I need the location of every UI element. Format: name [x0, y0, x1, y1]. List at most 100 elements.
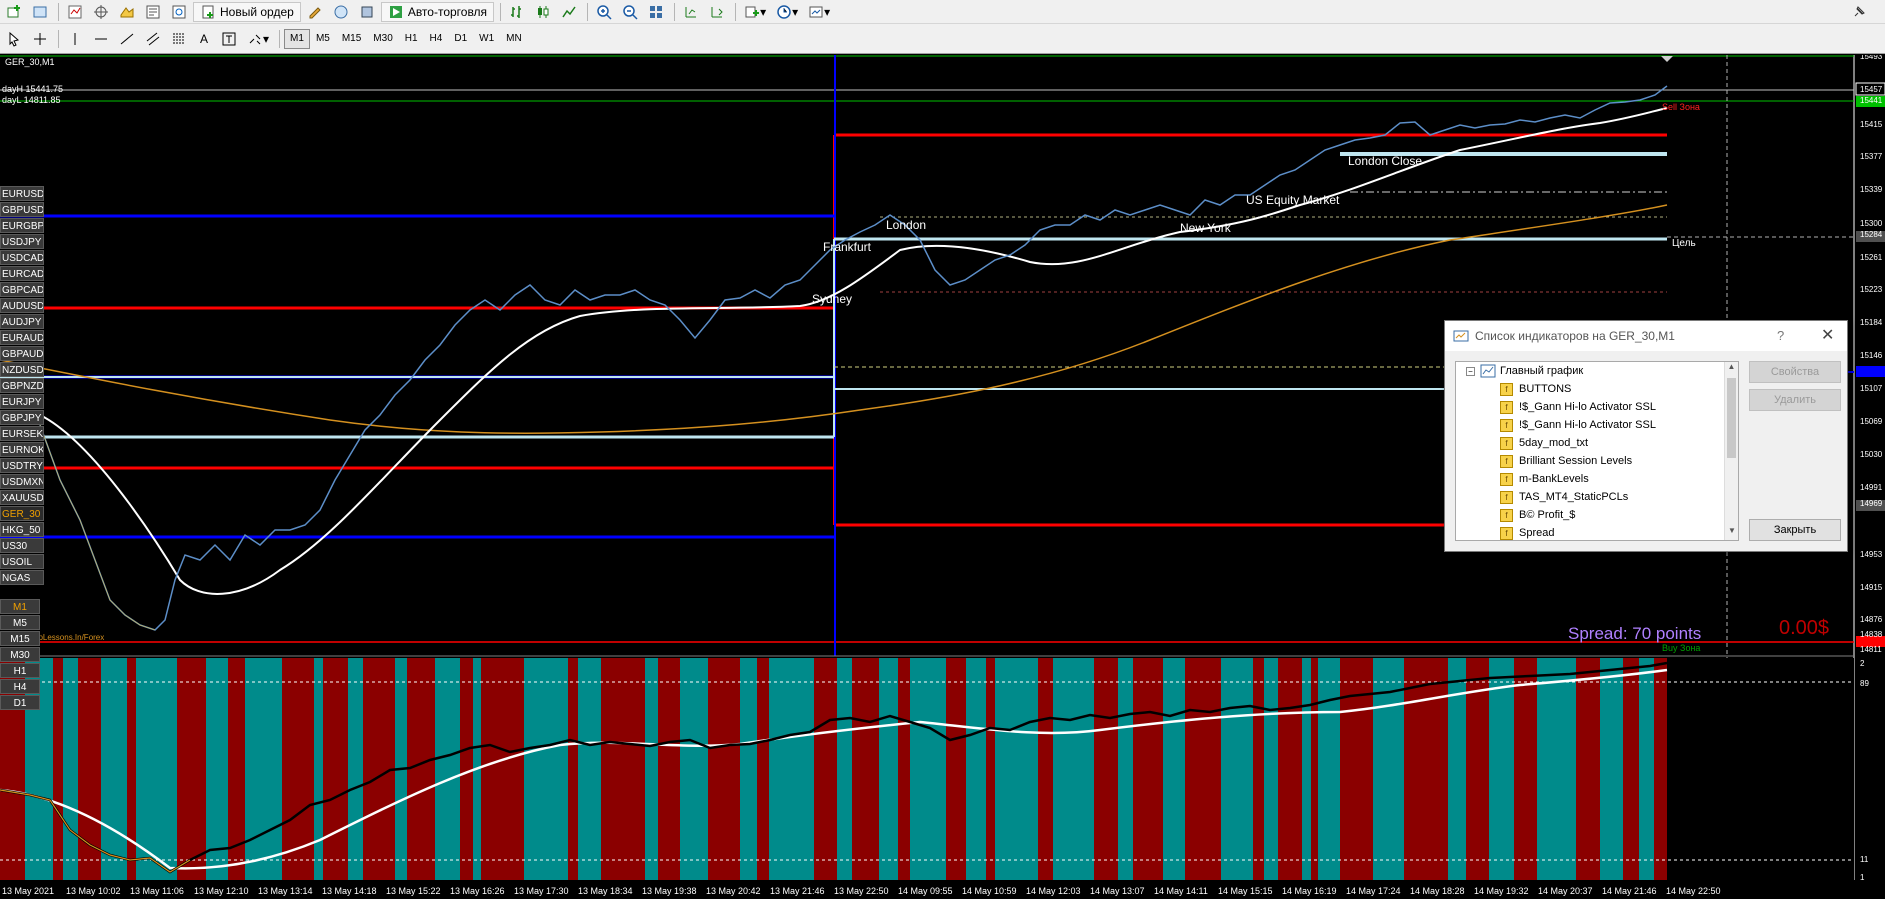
collapse-icon[interactable]: − — [1466, 366, 1475, 376]
periods-icon[interactable]: ▾ — [772, 2, 802, 22]
autoscroll-icon[interactable] — [705, 2, 729, 22]
indicator-tree[interactable]: − Главный график f BUTTONS f !$_Gann Hi-lo … — [1455, 361, 1739, 541]
cursor-icon[interactable] — [2, 29, 26, 49]
scroll-down-icon[interactable]: ▼ — [1725, 526, 1738, 540]
properties-button[interactable]: Свойства — [1749, 361, 1841, 383]
dialog-title-bar[interactable]: Список индикаторов на GER_30,M1 — [1445, 321, 1847, 351]
symbol-button-eurgbp[interactable]: EURGBP — [0, 218, 44, 233]
text-label-icon[interactable] — [217, 29, 241, 49]
timeframe-mn[interactable]: MN — [500, 29, 528, 49]
help-icon[interactable]: ? — [1777, 328, 1784, 343]
profiles-icon[interactable] — [28, 2, 52, 22]
indicator-item[interactable]: f BUTTONS — [1456, 380, 1738, 398]
zoom-in-icon[interactable] — [592, 2, 616, 22]
timeframe-m1[interactable]: M1 — [284, 28, 310, 49]
navigator-icon[interactable] — [115, 2, 139, 22]
candlestick-icon[interactable] — [531, 2, 555, 22]
symbol-button-usdmxn[interactable]: USDMXN — [0, 474, 44, 489]
indicator-item[interactable]: f Spread — [1456, 524, 1738, 540]
new-order-button[interactable]: Новый ордер — [193, 1, 301, 22]
tile-windows-icon[interactable] — [644, 2, 668, 22]
side-timeframe-m15[interactable]: M15 — [0, 631, 40, 646]
symbol-button-usdcad[interactable]: USDCAD — [0, 250, 44, 265]
trendline-icon[interactable] — [115, 29, 139, 49]
zoom-out-icon[interactable] — [618, 2, 642, 22]
close-icon[interactable]: ✕ — [1821, 325, 1834, 345]
symbol-button-eurnok[interactable]: EURNOK — [0, 442, 44, 457]
symbol-button-gbpnzd[interactable]: GBPNZD — [0, 378, 44, 393]
data-window-icon[interactable] — [89, 2, 113, 22]
indicator-item[interactable]: f !$_Gann Hi-lo Activator SSL — [1456, 398, 1738, 416]
fibonacci-icon[interactable] — [167, 29, 191, 49]
terminal-icon[interactable] — [141, 2, 165, 22]
tree-root-main-chart[interactable]: − Главный график — [1456, 362, 1738, 380]
tester-icon[interactable] — [167, 2, 191, 22]
symbol-button-hkg_50[interactable]: HKG_50 — [0, 522, 44, 537]
symbol-button-usoil[interactable]: USOIL — [0, 554, 44, 569]
scroll-thumb[interactable] — [1727, 378, 1736, 458]
delete-button[interactable]: Удалить — [1749, 389, 1841, 411]
side-timeframe-h1[interactable]: H1 — [0, 663, 40, 678]
indicator-item[interactable]: f B© Profit_$ — [1456, 506, 1738, 524]
side-timeframe-d1[interactable]: D1 — [0, 695, 40, 710]
close-button[interactable]: Закрыть — [1749, 519, 1841, 541]
symbol-button-xauusd[interactable]: XAUUSD — [0, 490, 44, 505]
templates-icon[interactable]: ▾ — [804, 2, 834, 22]
timeframe-d1[interactable]: D1 — [448, 29, 473, 49]
timeframe-h4[interactable]: H4 — [424, 29, 449, 49]
tree-scrollbar[interactable]: ▲ ▼ — [1724, 362, 1738, 540]
symbol-button-audusd[interactable]: AUDUSD — [0, 298, 44, 313]
oscillator-axis-label: 1 — [1860, 873, 1865, 882]
vps-icon[interactable] — [355, 2, 379, 22]
side-timeframe-m30[interactable]: M30 — [0, 647, 40, 662]
symbol-button-usdtry[interactable]: USDTRY — [0, 458, 44, 473]
indicator-item[interactable]: f Brilliant Session Levels — [1456, 452, 1738, 470]
timeframe-w1[interactable]: W1 — [473, 29, 500, 49]
market-watch-icon[interactable] — [63, 2, 87, 22]
indicators-icon[interactable]: ▾ — [740, 2, 770, 22]
indicator-item[interactable]: f TAS_MT4_StaticPCLs — [1456, 488, 1738, 506]
symbol-button-gbpaud[interactable]: GBPAUD — [0, 346, 44, 361]
pin-icon[interactable] — [1847, 2, 1871, 22]
symbol-button-eurcad[interactable]: EURCAD — [0, 266, 44, 281]
signals-icon[interactable] — [329, 2, 353, 22]
session-sydney: Sydney — [812, 292, 853, 306]
side-timeframe-m5[interactable]: M5 — [0, 615, 40, 630]
symbol-button-eurjpy[interactable]: EURJPY — [0, 394, 44, 409]
auto-trading-button[interactable]: Авто-торговля — [380, 1, 495, 22]
symbol-button-euraud[interactable]: EURAUD — [0, 330, 44, 345]
symbol-button-gbpcad[interactable]: GBPCAD — [0, 282, 44, 297]
new-chart-icon[interactable] — [2, 2, 26, 22]
meta-editor-icon[interactable] — [303, 2, 327, 22]
symbol-button-ngas[interactable]: NGAS — [0, 570, 44, 585]
time-axis-label: 14 May 19:32 — [1474, 886, 1529, 896]
symbol-button-gbpusd[interactable]: GBPUSD — [0, 202, 44, 217]
symbol-button-nzdusd[interactable]: NZDUSD — [0, 362, 44, 377]
symbol-button-us30[interactable]: US30 — [0, 538, 44, 553]
chart-shift-icon[interactable] — [679, 2, 703, 22]
timeframe-m15[interactable]: M15 — [336, 29, 367, 49]
timeframe-m30[interactable]: M30 — [367, 29, 398, 49]
channel-icon[interactable] — [141, 29, 165, 49]
symbol-button-eursek[interactable]: EURSEK — [0, 426, 44, 441]
crosshair-icon[interactable] — [28, 29, 52, 49]
vertical-line-icon[interactable] — [63, 29, 87, 49]
symbol-button-eurusd[interactable]: EURUSD — [0, 186, 44, 201]
text-icon[interactable]: A — [193, 29, 215, 49]
symbol-button-ger_30[interactable]: GER_30 — [0, 506, 44, 521]
indicator-item[interactable]: f 5day_mod_txt — [1456, 434, 1738, 452]
side-timeframe-h4[interactable]: H4 — [0, 679, 40, 694]
scroll-up-icon[interactable]: ▲ — [1725, 362, 1738, 376]
side-timeframe-m1[interactable]: M1 — [0, 599, 40, 614]
bar-chart-icon[interactable] — [505, 2, 529, 22]
indicator-item[interactable]: f m-BankLevels — [1456, 470, 1738, 488]
symbol-button-usdjpy[interactable]: USDJPY — [0, 234, 44, 249]
horizontal-line-icon[interactable] — [89, 29, 113, 49]
timeframe-h1[interactable]: H1 — [399, 29, 424, 49]
indicator-item[interactable]: f !$_Gann Hi-lo Activator SSL — [1456, 416, 1738, 434]
timeframe-m5[interactable]: M5 — [310, 29, 336, 49]
arrows-icon[interactable]: ▾ — [243, 29, 273, 49]
line-chart-icon[interactable] — [557, 2, 581, 22]
symbol-button-gbpjpy[interactable]: GBPJPY — [0, 410, 44, 425]
symbol-button-audjpy[interactable]: AUDJPY — [0, 314, 44, 329]
